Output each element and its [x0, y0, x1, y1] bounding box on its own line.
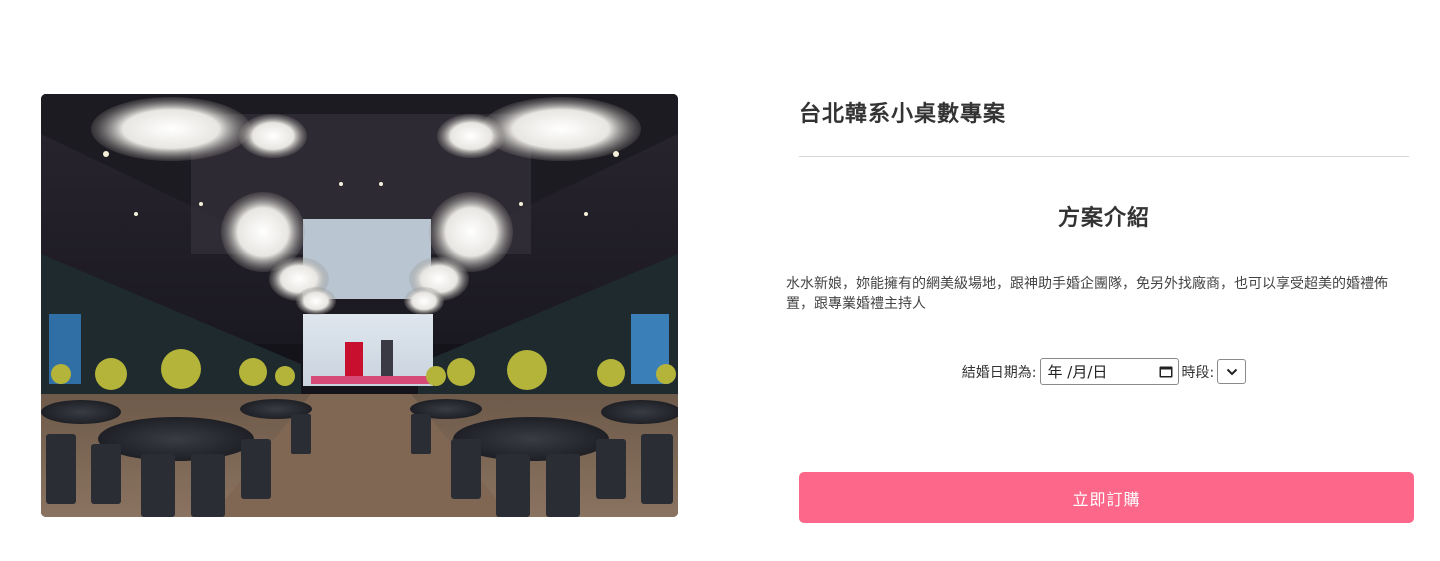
period-label: 時段: — [1181, 364, 1215, 381]
product-page: 台北韓系小桌數專案 方案介紹 水水新娘，妳能擁有的網美級場地，跟神助手婚企團隊，… — [0, 0, 1440, 561]
venue-photo — [41, 94, 678, 517]
order-now-button[interactable]: 立即訂購 — [799, 472, 1414, 523]
title-divider — [799, 156, 1409, 157]
period-select[interactable] — [1217, 359, 1247, 384]
venue-photo-illustration — [41, 94, 678, 517]
wedding-date-placeholder: 年 /月/日 — [1047, 363, 1108, 381]
product-title: 台北韓系小桌數專案 — [799, 102, 1007, 127]
plan-description: 水水新娘，妳能擁有的網美級場地，跟神助手婚企團隊，免另外找廠商，也可以享受超美的… — [786, 276, 1388, 312]
booking-form: 結婚日期為: 年 /月/日 時段: — [799, 358, 1409, 385]
plan-intro-heading: 方案介紹 — [1057, 206, 1150, 231]
wedding-date-label: 結婚日期為: — [961, 364, 1037, 381]
chevron-down-icon — [1226, 368, 1237, 375]
calendar-icon[interactable] — [1158, 364, 1174, 380]
wedding-date-input[interactable]: 年 /月/日 — [1039, 358, 1179, 385]
